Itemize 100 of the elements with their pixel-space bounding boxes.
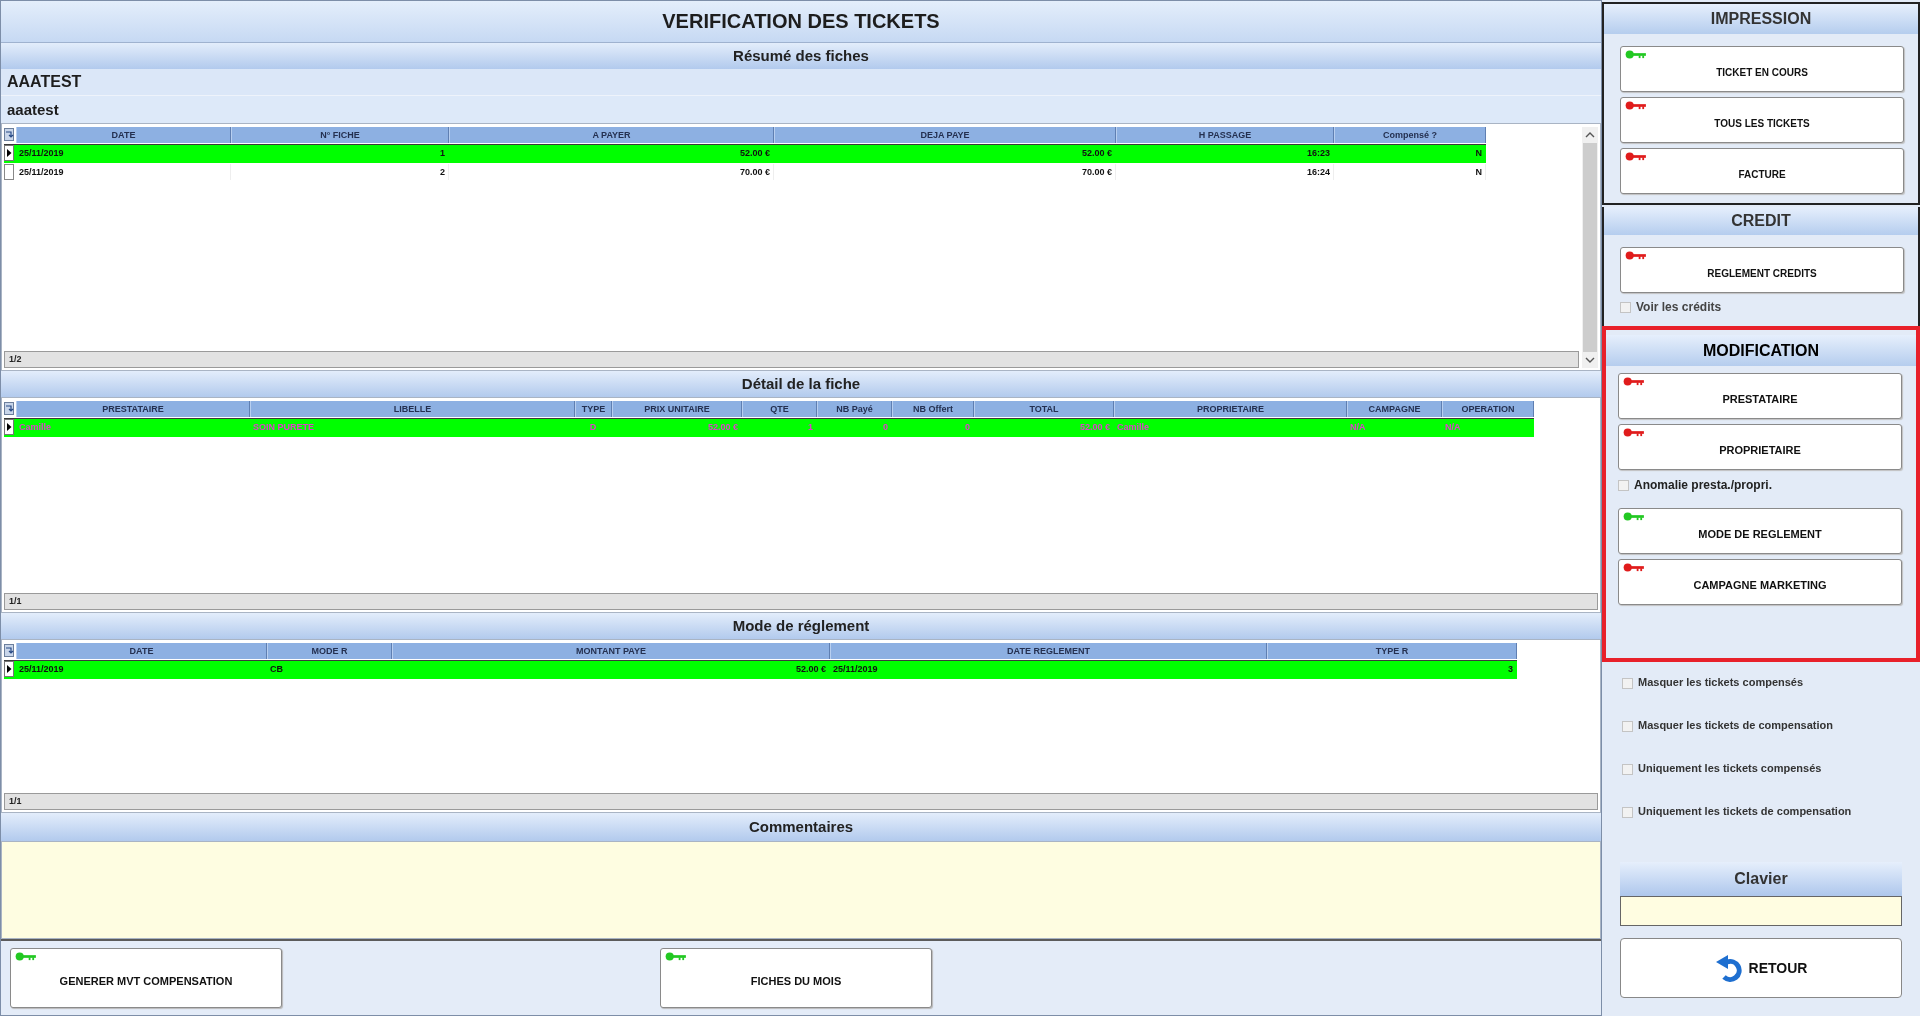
section-title: Résumé des fiches bbox=[1, 43, 1601, 69]
checkbox-label[interactable]: Masquer les tickets de compensation bbox=[1638, 719, 1833, 731]
page-counter: 1/1 bbox=[4, 593, 1598, 610]
side-button[interactable]: MODE DE REGLEMENT bbox=[1618, 508, 1902, 554]
checkbox[interactable] bbox=[1622, 678, 1633, 689]
table-corner-icon[interactable] bbox=[4, 644, 14, 657]
table-cell: 0 bbox=[817, 419, 892, 435]
column-header[interactable]: H PASSAGE bbox=[1116, 127, 1334, 143]
column-header[interactable]: TOTAL bbox=[974, 401, 1114, 417]
side-button[interactable]: FACTURE bbox=[1620, 148, 1904, 194]
column-header[interactable]: TYPE R bbox=[1267, 643, 1517, 659]
row-header-cell[interactable] bbox=[4, 164, 14, 180]
checkbox[interactable] bbox=[1622, 764, 1633, 775]
table-cell: 0 bbox=[892, 419, 974, 435]
section-title: Mode de réglement bbox=[1, 613, 1601, 639]
table-cell: N bbox=[1334, 145, 1486, 161]
table-cell: 16:24 bbox=[1116, 164, 1334, 180]
table-cell: CB bbox=[267, 661, 392, 677]
comment-field[interactable] bbox=[1, 841, 1601, 939]
checkbox[interactable] bbox=[1622, 807, 1633, 818]
column-header[interactable]: MODE R bbox=[267, 643, 392, 659]
column-header[interactable]: NB Offert bbox=[892, 401, 974, 417]
side-button[interactable]: PRESTATAIRE bbox=[1618, 373, 1902, 419]
panel-title: CREDIT bbox=[1604, 207, 1918, 235]
checkbox[interactable] bbox=[1622, 721, 1633, 732]
column-header[interactable]: TYPE bbox=[575, 401, 612, 417]
checkbox-label[interactable]: Uniquement les tickets compensés bbox=[1638, 762, 1822, 774]
table-cell: 52.00 € bbox=[974, 419, 1114, 435]
column-header[interactable]: N° FICHE bbox=[231, 127, 449, 143]
column-header[interactable]: OPERATION bbox=[1442, 401, 1534, 417]
column-header[interactable]: MONTANT PAYE bbox=[392, 643, 830, 659]
table-cell: Camille bbox=[1114, 419, 1347, 435]
table-cell: 70.00 € bbox=[774, 164, 1116, 180]
side-button[interactable]: CAMPAGNE MARKETING bbox=[1618, 559, 1902, 605]
checkbox-label[interactable]: Masquer les tickets compensés bbox=[1638, 676, 1804, 688]
panel-title: IMPRESSION bbox=[1604, 4, 1918, 34]
table-cell: 3 bbox=[1267, 661, 1517, 677]
table-cell: 52.00 € bbox=[449, 145, 774, 161]
table-cell: 52.00 € bbox=[774, 145, 1116, 161]
checkbox[interactable] bbox=[1620, 302, 1631, 313]
row-pointer-icon bbox=[4, 419, 14, 435]
side-button[interactable]: PROPRIETAIRE bbox=[1618, 424, 1902, 470]
table-cell: Camille bbox=[16, 419, 250, 435]
column-header[interactable]: DATE bbox=[16, 643, 267, 659]
side-button[interactable]: TICKET EN COURS bbox=[1620, 46, 1904, 92]
side-button[interactable]: TOUS LES TICKETS bbox=[1620, 97, 1904, 143]
action-button[interactable]: GENERER MVT COMPENSATION bbox=[10, 948, 282, 1008]
checkbox-label[interactable]: Anomalie presta./propri. bbox=[1634, 478, 1773, 492]
table-cell: 25/11/2019 bbox=[16, 661, 267, 677]
checkbox[interactable] bbox=[1618, 480, 1629, 491]
vertical-scrollbar[interactable] bbox=[1582, 127, 1598, 368]
table-cell: N/A bbox=[1347, 419, 1442, 435]
table-cell: 25/11/2019 bbox=[16, 145, 231, 161]
checkbox-label[interactable]: Uniquement les tickets de compensation bbox=[1638, 805, 1852, 817]
table-cell: 1 bbox=[742, 419, 817, 435]
table-cell: N bbox=[1334, 164, 1486, 180]
row-pointer-icon bbox=[4, 661, 14, 677]
action-button[interactable]: FICHES DU MOIS bbox=[660, 948, 932, 1008]
column-header[interactable]: NB Payé bbox=[817, 401, 892, 417]
column-header[interactable]: QTE bbox=[742, 401, 817, 417]
table-cell: 25/11/2019 bbox=[830, 661, 1267, 677]
table-cell: SOIN PURETE bbox=[250, 419, 575, 435]
column-header[interactable]: PRESTATAIRE bbox=[16, 401, 250, 417]
section-title: Détail de la fiche bbox=[1, 371, 1601, 397]
client-name: aaatest bbox=[1, 96, 1601, 123]
table-cell: 70.00 € bbox=[449, 164, 774, 180]
row-pointer-icon bbox=[4, 145, 14, 161]
page-counter: 1/2 bbox=[4, 351, 1579, 368]
table-cell: 52.00 € bbox=[612, 419, 742, 435]
keyboard-input-field[interactable] bbox=[1620, 896, 1902, 926]
scroll-down-icon[interactable] bbox=[1585, 357, 1595, 363]
table-cell: 1 bbox=[231, 145, 449, 161]
scroll-up-icon[interactable] bbox=[1585, 132, 1595, 138]
column-header[interactable]: DEJA PAYE bbox=[774, 127, 1116, 143]
panel-title: MODIFICATION bbox=[1606, 335, 1916, 366]
column-header[interactable]: DATE REGLEMENT bbox=[830, 643, 1267, 659]
client-code: AAATEST bbox=[1, 69, 1601, 96]
table-row[interactable]: 25/11/2019 CB 52.00 € 25/11/2019 3 bbox=[4, 660, 1517, 679]
table-cell: 52.00 € bbox=[392, 661, 830, 677]
section-title: Commentaires bbox=[1, 813, 1601, 841]
table-cell: 25/11/2019 bbox=[16, 164, 231, 180]
checkbox-label[interactable]: Voir les crédits bbox=[1636, 300, 1722, 314]
column-header[interactable]: Compensé ? bbox=[1334, 127, 1486, 143]
column-header[interactable]: PROPRIETAIRE bbox=[1114, 401, 1347, 417]
column-header[interactable]: LIBELLE bbox=[250, 401, 575, 417]
table-corner-icon[interactable] bbox=[4, 128, 14, 141]
column-header[interactable]: DATE bbox=[16, 127, 231, 143]
side-button[interactable]: REGLEMENT CREDITS bbox=[1620, 247, 1904, 293]
column-header[interactable]: A PAYER bbox=[449, 127, 774, 143]
table-row[interactable]: 25/11/2019 1 52.00 € 52.00 € 16:23 N bbox=[4, 144, 1486, 163]
column-header[interactable]: PRIX UNITAIRE bbox=[612, 401, 742, 417]
table-cell: D bbox=[575, 419, 612, 435]
table-corner-icon[interactable] bbox=[4, 402, 14, 415]
scrollbar-thumb[interactable] bbox=[1583, 143, 1597, 352]
table-cell: 2 bbox=[231, 164, 449, 180]
table-cell: N/A bbox=[1442, 419, 1534, 435]
table-cell: 16:23 bbox=[1116, 145, 1334, 161]
back-button[interactable]: RETOUR bbox=[1620, 938, 1902, 998]
column-header[interactable]: CAMPAGNE bbox=[1347, 401, 1442, 417]
table-row[interactable]: 25/11/2019 2 70.00 € 70.00 € 16:24 N bbox=[4, 164, 1486, 182]
